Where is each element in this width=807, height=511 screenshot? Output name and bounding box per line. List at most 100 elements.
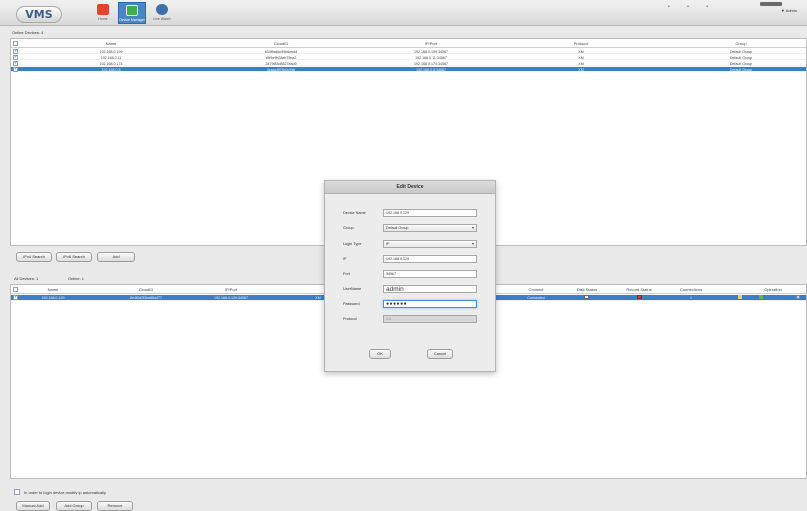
table-row[interactable]: 192.168.0.174 3479f83d8827ead9 192.168.0…	[11, 60, 806, 66]
device-name-field[interactable]: 192.168.0.129	[383, 209, 477, 217]
device-name-label: Device Name	[343, 211, 366, 215]
device-manager-icon	[126, 5, 138, 16]
ipv6-search-button[interactable]: IPv6 Search	[56, 252, 92, 262]
nav-device-manager-label: Device Manager	[119, 18, 145, 22]
login-type-select[interactable]: IP	[383, 240, 477, 248]
col-name: Name	[105, 41, 117, 46]
ip-row: IP 192.168.0.129	[325, 255, 495, 264]
col-cloudid: CloudID	[273, 41, 289, 46]
cell-ipport: 192.168.0.199:34567	[414, 49, 448, 54]
ip-label: IP	[343, 257, 347, 261]
port-row: Port 34567	[325, 270, 495, 279]
group-label: Group	[343, 226, 354, 230]
col-ipport: IP/Port	[424, 41, 438, 46]
password-row: Password ●●●●●●	[325, 300, 495, 309]
login-type-row: Login Type IP	[325, 240, 495, 249]
add-group-button[interactable]: Add Group	[56, 501, 92, 511]
nav-live-watch-label: Live Watch	[153, 17, 171, 21]
config-icon[interactable]	[759, 295, 763, 299]
user-menu[interactable]: ▼ Admin	[781, 8, 797, 13]
auto-login-checkbox[interactable]	[14, 489, 20, 495]
minimize-button[interactable]	[760, 2, 782, 6]
login-type-label: Login Type	[343, 242, 362, 246]
cancel-button[interactable]: Cancel	[427, 349, 453, 359]
cell-connect: Connected	[527, 295, 545, 300]
cell-group: Default Group	[729, 49, 753, 54]
col-connections: Connections	[679, 287, 703, 292]
table-row[interactable]: 192.168.0.199 b34f9a8cc99b6ebdd 192.168.…	[11, 48, 806, 54]
col-operation: Operation	[764, 287, 782, 292]
all-devices-count: All Devices: 1	[14, 276, 39, 281]
cell-cloudid: 8e4f0d2f3ea95a477	[130, 295, 162, 300]
delete-icon[interactable]	[796, 295, 800, 299]
password-label: Password	[343, 302, 360, 306]
nav-home[interactable]: Home	[89, 2, 117, 24]
cell-ipport: 192.168.0.129:34567	[214, 295, 248, 300]
col-disk-status: Disk Status	[576, 287, 598, 292]
protocol-row: Protocol XM	[325, 315, 495, 324]
disk-status-icon	[584, 295, 589, 299]
select-all-checkbox[interactable]	[13, 41, 18, 46]
row-checkbox[interactable]	[13, 66, 18, 72]
table-row[interactable]: 192.168.0.11 c5f9e9b28eb79ba2 192.168.0.…	[11, 54, 806, 60]
online-count: Online: 1	[68, 276, 85, 281]
nav-home-label: Home	[98, 17, 108, 21]
edit-device-dialog: Edit Device Device Name 192.168.0.129 Gr…	[324, 180, 496, 372]
group-select[interactable]: Default Group	[383, 224, 477, 232]
username-row: UserName admin	[325, 285, 495, 294]
cell-ipport: 192.168.0.8:34567	[416, 67, 446, 72]
port-label: Port	[343, 272, 350, 276]
cell-protocol: XM	[578, 55, 584, 60]
online-devices-count: Online Devices: 4	[12, 30, 44, 35]
vms-logo: VMS	[16, 6, 62, 23]
col-cloudid: CloudID	[138, 287, 154, 292]
cell-cloudid: b34f9a8cc99b6ebdd	[264, 49, 298, 54]
username-field[interactable]: admin	[383, 285, 477, 293]
add-button[interactable]: Add	[97, 252, 135, 262]
row-checkbox[interactable]	[13, 294, 18, 300]
ipv4-search-button[interactable]: IPv4 Search	[16, 252, 52, 262]
cell-protocol: XM	[315, 295, 321, 300]
nav-device-manager[interactable]: Device Manager	[118, 2, 146, 24]
cell-protocol: XM	[578, 67, 584, 72]
cell-group: Default Group	[729, 55, 753, 60]
window-dots-icon: • • •	[668, 4, 717, 10]
device-name-row: Device Name 192.168.0.129	[325, 209, 495, 218]
cell-name: 192.168.0.11	[100, 55, 122, 60]
ok-button[interactable]: OK	[369, 349, 391, 359]
cell-cloudid: c5f9e9b28eb79ba2	[265, 55, 297, 60]
table-header: Name CloudID IP/Port Protocol Group	[11, 39, 806, 48]
cell-protocol: XM	[578, 61, 584, 66]
cell-connections: 1	[690, 295, 692, 300]
col-ipport: IP/Port	[224, 287, 238, 292]
cell-group: Default Group	[729, 61, 753, 66]
group-row: Group Default Group	[325, 224, 495, 233]
protocol-field: XM	[383, 315, 477, 323]
remove-button[interactable]: Remove	[97, 501, 133, 511]
manual-add-button[interactable]: Manual Add	[16, 501, 50, 511]
port-field[interactable]: 34567	[383, 270, 477, 278]
cell-ipport: 192.168.0.174:34567	[414, 61, 448, 66]
live-watch-icon	[156, 4, 168, 15]
dialog-title: Edit Device	[325, 181, 495, 194]
cell-cloudid: 3479f83d8827ead9	[265, 61, 297, 66]
col-connect: Connect	[528, 287, 544, 292]
home-icon	[97, 4, 109, 15]
top-bar: VMS Home Device Manager Live Watch • • •…	[0, 0, 807, 26]
record-status-icon	[637, 295, 642, 299]
cell-group: Default Group	[729, 67, 753, 72]
cell-name: 192.168.0.129	[41, 295, 65, 300]
cell-protocol: XM	[578, 49, 584, 54]
select-all-checkbox[interactable]	[13, 287, 18, 292]
edit-icon[interactable]	[738, 295, 742, 299]
cell-name: 192.168.0.199	[99, 49, 123, 54]
ip-field[interactable]: 192.168.0.129	[383, 255, 477, 263]
table-row-selected[interactable]: 192.168.0.8 4eaac8f75c0c95b 192.168.0.8:…	[11, 66, 806, 72]
password-field[interactable]: ●●●●●●	[383, 300, 477, 308]
col-name: Name	[47, 287, 59, 292]
col-record-status: Record Status	[626, 287, 652, 292]
auto-login-label: In order to login device,modify ip autom…	[24, 490, 107, 495]
cell-name: 192.168.0.174	[99, 61, 123, 66]
col-protocol: Protocol	[573, 41, 589, 46]
nav-live-watch[interactable]: Live Watch	[148, 2, 176, 24]
